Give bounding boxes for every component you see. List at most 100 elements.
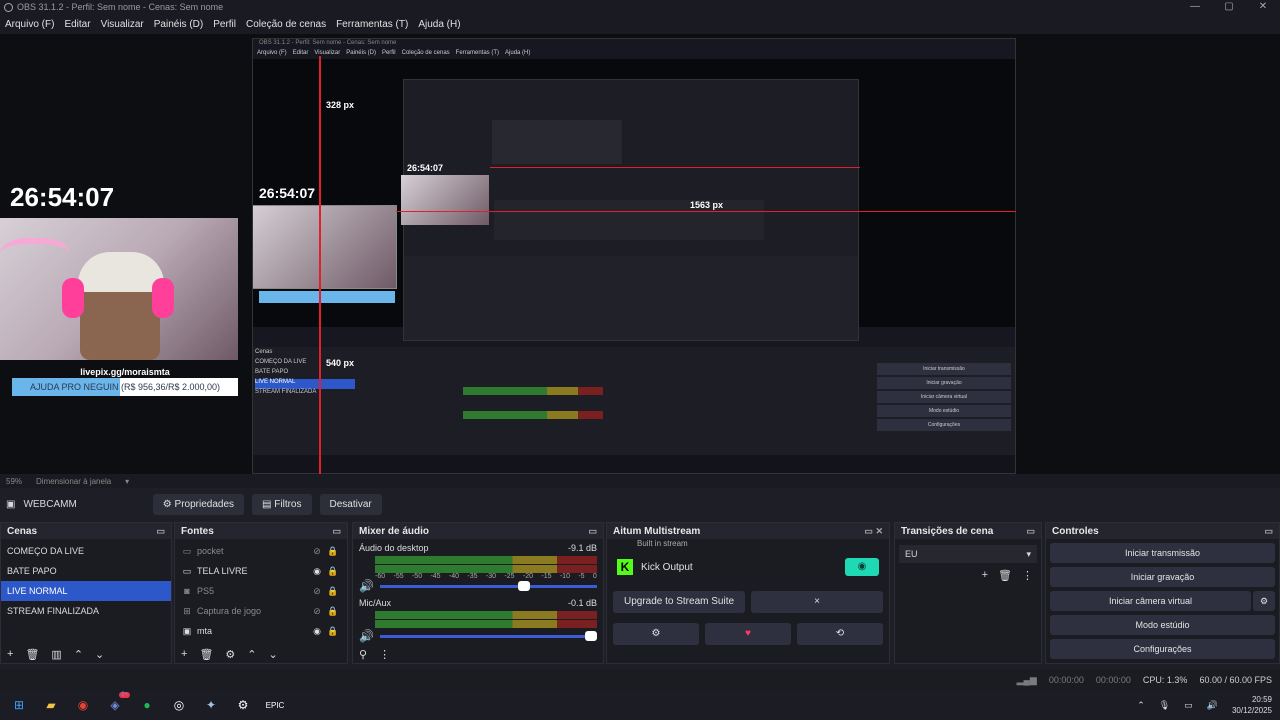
add-icon[interactable]: +	[7, 648, 13, 660]
menu-paineis[interactable]: Painéis (D)	[154, 19, 203, 30]
menu-arquivo[interactable]: Arquivo (F)	[5, 19, 54, 30]
menu-ajuda[interactable]: Ajuda (H)	[418, 19, 460, 30]
menu-ferramentas[interactable]: Ferramentas (T)	[336, 19, 408, 30]
discord-icon[interactable]: ◈ 9+	[104, 692, 130, 716]
multistream-title: Aitum Multistream	[613, 525, 701, 537]
trash-icon[interactable]: 🗑	[25, 648, 39, 661]
close-icon[interactable]: ✕	[1246, 0, 1280, 14]
network-icon[interactable]: ▭	[1184, 700, 1193, 711]
windows-start-icon[interactable]: ⊞	[8, 694, 30, 716]
kebab-menu-icon[interactable]: ⋮	[379, 648, 390, 661]
eye-hidden-icon[interactable]: ⊘	[309, 586, 325, 597]
link-icon[interactable]: ⚲	[359, 648, 367, 661]
close-icon[interactable]: ✕	[875, 526, 883, 536]
sources-title: Fontes	[181, 525, 214, 537]
menu-colecao-cenas[interactable]: Coleção de cenas	[246, 19, 326, 30]
dismiss-button[interactable]: ×	[751, 591, 883, 613]
lock-icon[interactable]: 🔒	[325, 566, 341, 577]
lock-icon[interactable]: 🔒	[325, 586, 341, 597]
minimize-icon[interactable]: —	[1178, 0, 1212, 14]
scene-item[interactable]: STREAM FINALIZADA	[1, 601, 171, 621]
add-icon[interactable]: +	[181, 648, 187, 660]
dock-menu-icon[interactable]: ▭	[156, 526, 165, 537]
steam-icon[interactable]: ✦	[200, 694, 222, 716]
speaker-icon[interactable]: 🔊	[359, 629, 374, 643]
source-item[interactable]: ▣ mta ◉ 🔒	[175, 621, 347, 641]
disable-button[interactable]: Desativar	[319, 493, 382, 515]
volume-knob[interactable]	[517, 580, 530, 591]
zoom-level[interactable]: 59%	[6, 477, 22, 486]
kebab-menu-icon[interactable]: ⋮	[1022, 569, 1033, 582]
system-clock[interactable]: 20:59 30/12/2025	[1232, 694, 1272, 716]
heart-icon[interactable]: ♥	[705, 623, 791, 645]
webcam-feed[interactable]	[0, 218, 238, 360]
chrome-icon[interactable]: ◉	[72, 694, 94, 716]
upgrade-button[interactable]: Upgrade to Stream Suite	[613, 591, 745, 613]
move-down-icon[interactable]: ⌄	[95, 648, 104, 661]
trash-icon[interactable]: 🗑	[998, 569, 1012, 582]
settings-button[interactable]: Configurações	[1050, 639, 1275, 659]
scale-mode[interactable]: Dimensionar à janela	[36, 477, 111, 486]
move-up-icon[interactable]: ⌃	[247, 648, 256, 661]
gear-icon[interactable]: ⚙	[613, 623, 699, 645]
mic-icon[interactable]: 🎙	[1159, 700, 1170, 711]
maximize-icon[interactable]: ▢	[1212, 0, 1246, 14]
lock-icon[interactable]: 🔒	[325, 546, 341, 557]
monitor-icon: ▭	[182, 545, 192, 556]
menu-visualizar[interactable]: Visualizar	[101, 19, 144, 30]
source-item[interactable]: ▭ TELA LIVRE ◉ 🔒	[175, 561, 347, 581]
volume-slider[interactable]: 🔊	[359, 629, 597, 643]
source-item[interactable]: ⊞ Captura de jogo ⊘ 🔒	[175, 601, 347, 621]
gear-icon[interactable]: ⚙	[1253, 591, 1275, 611]
menu-editar[interactable]: Editar	[64, 19, 90, 30]
spotify-icon[interactable]: ●	[136, 694, 158, 716]
file-explorer-icon[interactable]: ▰	[40, 694, 62, 716]
obs-icon[interactable]: ◎	[168, 694, 190, 716]
stream-toggle-icon[interactable]: ◉	[845, 558, 879, 576]
measure-right-label: 1563 px	[690, 200, 724, 210]
channel-db: -9.1 dB	[567, 543, 597, 553]
dock-menu-icon[interactable]: ▭	[1264, 526, 1273, 537]
transition-select[interactable]: EU ▾	[899, 545, 1037, 563]
filter-icon[interactable]: ▥	[51, 648, 61, 661]
epic-games-icon[interactable]: EPIC	[264, 694, 286, 716]
scene-item-selected[interactable]: LIVE NORMAL	[1, 581, 171, 601]
refresh-icon[interactable]: ⟲	[797, 623, 883, 645]
eye-icon[interactable]: ◉	[309, 566, 325, 577]
source-item[interactable]: ▭ pocket ⊘ 🔒	[175, 541, 347, 561]
volume-slider[interactable]: 🔊	[359, 579, 597, 593]
eye-icon[interactable]: ◉	[309, 626, 325, 637]
filters-button[interactable]: ▤ Filtros	[252, 493, 312, 515]
dock-menu-icon[interactable]: ▭	[1026, 526, 1035, 537]
lock-icon[interactable]: 🔒	[325, 626, 341, 637]
properties-button[interactable]: ⚙ Propriedades	[152, 493, 245, 515]
volume-icon[interactable]: 🔊	[1207, 700, 1218, 711]
chevron-up-icon[interactable]: ⌃	[1137, 700, 1145, 711]
add-icon[interactable]: +	[982, 569, 988, 582]
speaker-icon[interactable]: 🔊	[359, 579, 374, 593]
start-recording-button[interactable]: Iniciar gravação	[1050, 567, 1275, 587]
lock-icon[interactable]: 🔒	[325, 606, 341, 617]
start-virtual-camera-button[interactable]: Iniciar câmera virtual	[1050, 591, 1251, 611]
studio-mode-button[interactable]: Modo estúdio	[1050, 615, 1275, 635]
start-stream-button[interactable]: Iniciar transmissão	[1050, 543, 1275, 563]
volume-knob[interactable]	[585, 630, 597, 641]
source-item[interactable]: ◙ PS5 ⊘ 🔒	[175, 581, 347, 601]
measure-left-label: 540 px	[326, 358, 355, 368]
gear-icon[interactable]: ⚙	[225, 648, 235, 661]
scenes-title: Cenas	[7, 525, 38, 537]
preview-canvas[interactable]: 26:54:07 livepix.gg/moraismta AJUDA PRO …	[0, 34, 1280, 474]
scene-item[interactable]: BATE PAPO	[1, 561, 171, 581]
settings-icon[interactable]: ⚙	[232, 694, 254, 716]
move-up-icon[interactable]: ⌃	[74, 648, 83, 661]
menu-perfil[interactable]: Perfil	[213, 19, 236, 30]
eye-hidden-icon[interactable]: ⊘	[309, 546, 325, 557]
chevron-down-icon[interactable]: ▾	[125, 477, 129, 486]
dock-menu-icon[interactable]: ▭	[864, 526, 873, 536]
trash-icon[interactable]: 🗑	[199, 648, 213, 661]
eye-hidden-icon[interactable]: ⊘	[309, 606, 325, 617]
scene-item[interactable]: COMEÇO DA LIVE	[1, 541, 171, 561]
dock-menu-icon[interactable]: ▭	[588, 526, 597, 537]
move-down-icon[interactable]: ⌄	[269, 648, 278, 661]
dock-menu-icon[interactable]: ▭	[332, 526, 341, 537]
